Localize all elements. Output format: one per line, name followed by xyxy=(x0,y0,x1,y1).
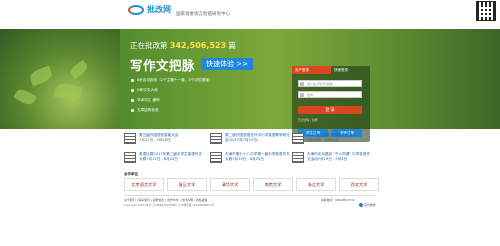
user-icon xyxy=(300,82,304,86)
hero-banner: 正在批改第 342,506,523 篇 写作文把脉 快速体验 >> 8秒自动批改… xyxy=(0,29,500,142)
news-item[interactable]: 2017首乃后能鹿德语写作活动 4月10日 - 5月31日 xyxy=(292,133,373,144)
feature-list: 8秒自动批改（2个主题十一套，3个词性错误） N年中文大库 学术词汇 编审 文章… xyxy=(131,75,212,115)
news-icon xyxy=(292,152,304,163)
partner-logo[interactable]: 北京语言大学 xyxy=(124,178,164,191)
site-logo[interactable]: 批改网 xyxy=(128,4,171,15)
header-subtitle: 国家语委语言智能研究中心 xyxy=(176,12,230,17)
feature-item: 文章结构检查 xyxy=(131,105,212,115)
qr-code-icon xyxy=(476,1,496,21)
plant-image xyxy=(0,29,120,129)
quick-trial-button[interactable]: 快速体验 >> xyxy=(201,58,253,70)
lock-icon xyxy=(300,93,304,97)
partner-logos: 北京语言大学 复旦大学 清华大学 南京大学 浙江大学 西北大学 xyxy=(124,178,379,191)
partner-logo[interactable]: 清华大学 xyxy=(210,178,250,191)
login-button[interactable]: 登 录 xyxy=(298,106,362,114)
feature-item: 学术词汇 编审 xyxy=(131,95,212,105)
footer-copyright: Copyright 2010-2017 京ICP备10015586号 京公网安备… xyxy=(124,204,215,207)
news-item[interactable]: 第二届外国语语言外中小学英语教学研讨会(2017年7月19日) xyxy=(210,133,291,144)
essay-counter: 正在批改第 342,506,523 篇 xyxy=(130,41,236,50)
login-panel: 用户登录 快速登录 用户名/手机号/邮箱 密码 登 录 忘记密码 | 注册 学生… xyxy=(292,66,370,142)
news-item[interactable]: 第五届外国语言智能大会 7月12日 - 7月16日 xyxy=(124,133,205,144)
logo-text: 批改网 xyxy=(147,5,171,14)
footer-divider xyxy=(124,195,376,196)
news-icon xyxy=(210,133,222,144)
partner-logo[interactable]: 浙江大学 xyxy=(296,178,336,191)
essay-count: 342,506,523 xyxy=(169,41,227,50)
login-links[interactable]: 忘记密码 | 注册 xyxy=(298,118,318,122)
feature-item: 8秒自动批改（2个主题十一套，3个词性错误） xyxy=(131,75,212,85)
footer-links[interactable]: 关于我们 | 联系我们 | 招聘信息 | 合作伙伴 | 法律声明 | 隐私政策 xyxy=(124,198,207,202)
logo-icon xyxy=(128,4,144,15)
partners-heading: 合作单位 xyxy=(124,172,138,176)
weibo-icon xyxy=(359,203,363,207)
news-icon xyxy=(124,133,136,144)
top-header: 批改网 国家语委语言智能研究中心 xyxy=(0,0,500,29)
tab-quick-login[interactable]: 快速登录 xyxy=(331,66,370,74)
hero-title: 写作文把脉 xyxy=(130,58,196,73)
news-item[interactable]: 英语比赛2017年第二届中学生英语作文大赛7月12日 - 8月20日 xyxy=(124,152,205,163)
news-icon xyxy=(124,152,136,163)
partner-logo[interactable]: 南京大学 xyxy=(253,178,293,191)
footer-phone: 客服电话：400-888-0711 xyxy=(321,198,355,202)
tab-user-login[interactable]: 用户登录 xyxy=(292,66,331,74)
username-input[interactable]: 用户名/手机号/邮箱 xyxy=(298,80,362,87)
partner-logo[interactable]: 复旦大学 xyxy=(167,178,207,191)
password-input[interactable]: 密码 xyxy=(298,91,362,98)
feature-item: N年中文大库 xyxy=(131,85,212,95)
news-icon xyxy=(210,152,222,163)
news-item[interactable]: 天津市北京路加 "千人同课" 中学英语作文活动7月19日 - 9月4日 xyxy=(292,152,373,163)
partner-logo[interactable]: 西北大学 xyxy=(339,178,379,191)
news-icon xyxy=(292,133,304,144)
footer-weibo[interactable]: 官方微博 xyxy=(359,203,376,207)
news-item[interactable]: 天津市第七十八中学第一届中学英语作文大赛7月19日 - 8月25日 xyxy=(210,152,291,163)
